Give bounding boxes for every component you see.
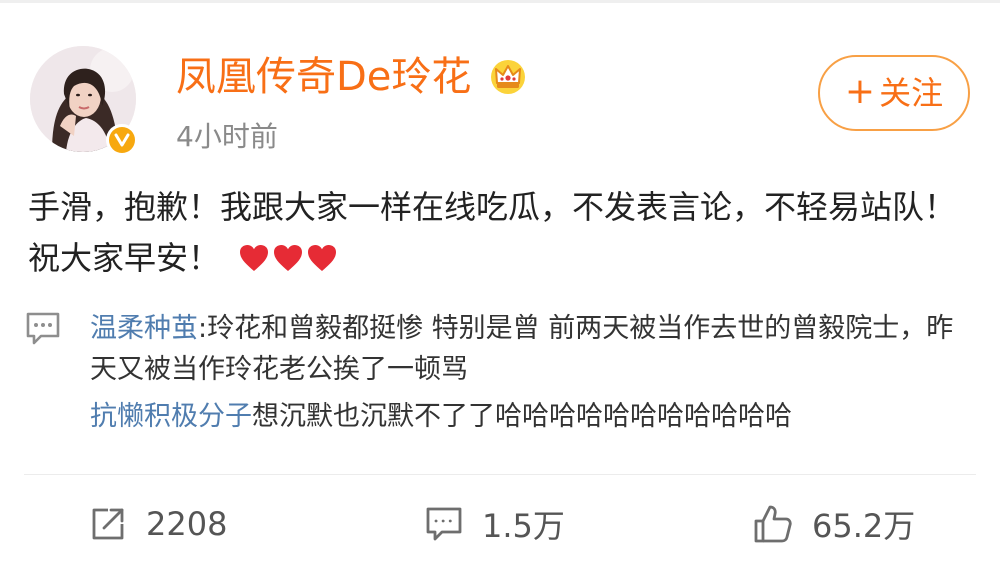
follow-label: 关注	[879, 74, 944, 112]
weibo-post-card: 凤凰传奇De玲花 4小时前 + 关注 手滑，抱歉！我跟大家一样在线吃瓜，不发表言…	[0, 0, 1000, 566]
comment-count: 1.5万	[482, 507, 565, 545]
heart-icon	[240, 245, 269, 271]
comment-icon	[426, 507, 462, 541]
crown-icon	[488, 56, 528, 96]
verified-badge-icon	[106, 124, 138, 156]
comment-author-link[interactable]: 温柔种茧	[90, 313, 198, 344]
comment-item[interactable]: 温柔种茧:玲花和曾毅都挺惨 特别是曾 前两天被当作去世的曾毅院士，昨天又被当作玲…	[90, 308, 980, 390]
thumbs-up-icon	[754, 505, 792, 543]
repost-count: 2208	[146, 505, 228, 543]
repost-button[interactable]: 2208	[88, 500, 227, 548]
follow-button[interactable]: + 关注	[818, 55, 970, 131]
top-divider	[0, 0, 1000, 3]
heart-icon	[308, 245, 337, 271]
like-button[interactable]: 65.2万	[752, 500, 915, 548]
comment-item[interactable]: 抗懒积极分子想沉默也沉默不了了哈哈哈哈哈哈哈哈哈哈哈	[90, 396, 980, 437]
comment-author-link[interactable]: 抗懒积极分子	[90, 401, 252, 432]
comment-button[interactable]: 1.5万	[424, 500, 565, 548]
comment-text: 想沉默也沉默不了了哈哈哈哈哈哈哈哈哈哈哈	[252, 401, 792, 432]
plus-icon: +	[844, 71, 876, 112]
action-bar-divider	[24, 474, 976, 475]
username-link[interactable]: 凤凰传奇De玲花	[176, 52, 471, 102]
comment-text: :玲花和曾毅都挺惨 特别是曾 前两天被当作去世的曾毅院士，昨天又被当作玲花老公挨…	[90, 313, 954, 385]
post-text: 手滑，抱歉！我跟大家一样在线吃瓜，不发表言论，不轻易站队！祝大家早安！	[28, 188, 957, 277]
post-content: 手滑，抱歉！我跟大家一样在线吃瓜，不发表言论，不轻易站队！祝大家早安！	[28, 182, 968, 284]
post-timestamp: 4小时前	[176, 120, 278, 153]
repost-icon	[92, 508, 124, 540]
heart-icon	[274, 245, 303, 271]
heart-emojis	[238, 243, 338, 273]
comment-icon	[24, 310, 62, 348]
comment-preview-list: 温柔种茧:玲花和曾毅都挺惨 特别是曾 前两天被当作去世的曾毅院士，昨天又被当作玲…	[90, 308, 980, 437]
like-count: 65.2万	[812, 507, 916, 545]
